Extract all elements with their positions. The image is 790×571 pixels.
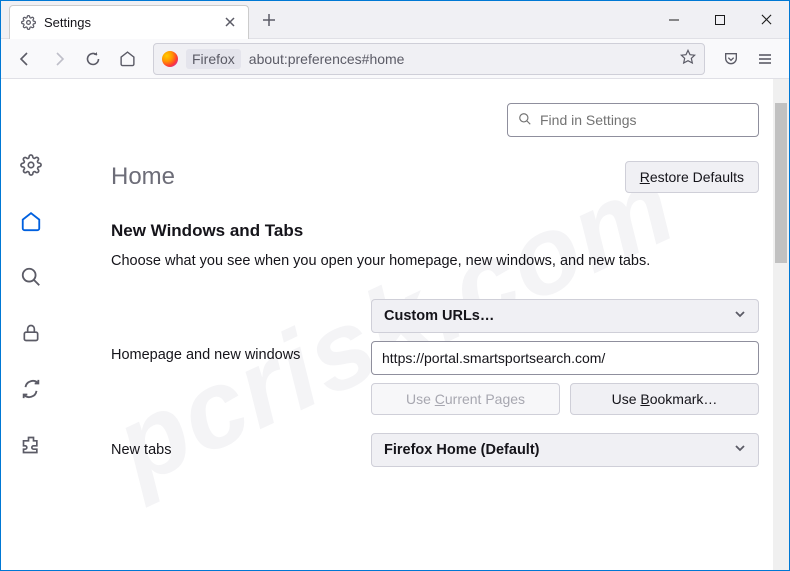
homepage-url-input[interactable]: [371, 341, 759, 375]
sidebar-home[interactable]: [13, 203, 49, 239]
titlebar: Settings: [1, 1, 789, 39]
content-area: pcrisk.com Find in Settings Home Restore…: [1, 79, 789, 570]
chevron-down-icon: [734, 308, 746, 324]
app-menu-button[interactable]: [749, 43, 781, 75]
newtabs-label: New tabs: [111, 442, 371, 458]
identity-label: Firefox: [186, 49, 241, 69]
tab-title: Settings: [44, 15, 214, 30]
sidebar-extensions[interactable]: [13, 427, 49, 463]
search-placeholder: Find in Settings: [540, 112, 637, 128]
reload-button[interactable]: [77, 43, 109, 75]
sidebar-sync[interactable]: [13, 371, 49, 407]
vertical-scrollbar[interactable]: [773, 79, 789, 570]
new-tab-button[interactable]: [255, 6, 283, 34]
use-current-pages-button[interactable]: Use Current Pages: [371, 383, 560, 415]
pocket-button[interactable]: [715, 43, 747, 75]
firefox-logo-icon: [162, 51, 178, 67]
gear-icon: [20, 14, 36, 30]
maximize-button[interactable]: [697, 1, 743, 39]
sidebar-privacy[interactable]: [13, 315, 49, 351]
homepage-mode-value: Custom URLs…: [384, 308, 494, 324]
url-bar[interactable]: Firefox about:preferences#home: [153, 43, 705, 75]
restore-defaults-button[interactable]: Restore Defaults: [625, 161, 759, 193]
section-description: Choose what you see when you open your h…: [111, 251, 759, 271]
page-title: Home: [111, 163, 175, 191]
chevron-down-icon: [734, 442, 746, 458]
section-title: New Windows and Tabs: [111, 221, 759, 241]
window-controls: [651, 1, 789, 39]
scrollbar-thumb[interactable]: [775, 103, 787, 263]
use-bookmark-button[interactable]: Use Bookmark…: [570, 383, 759, 415]
forward-button[interactable]: [43, 43, 75, 75]
bookmark-star-icon[interactable]: [680, 49, 696, 68]
sidebar-search[interactable]: [13, 259, 49, 295]
sidebar-general[interactable]: [13, 147, 49, 183]
nav-toolbar: Firefox about:preferences#home: [1, 39, 789, 79]
homepage-mode-select[interactable]: Custom URLs…: [371, 299, 759, 333]
url-text: about:preferences#home: [249, 51, 672, 67]
settings-search-input[interactable]: Find in Settings: [507, 103, 759, 137]
homepage-label: Homepage and new windows: [111, 299, 371, 363]
minimize-button[interactable]: [651, 1, 697, 39]
settings-sidebar: [1, 79, 61, 570]
browser-tab[interactable]: Settings: [9, 5, 249, 39]
search-icon: [518, 112, 532, 129]
close-tab-icon[interactable]: [222, 14, 238, 30]
settings-main: Find in Settings Home Restore Defaults N…: [61, 79, 789, 570]
back-button[interactable]: [9, 43, 41, 75]
home-button[interactable]: [111, 43, 143, 75]
newtabs-value: Firefox Home (Default): [384, 442, 540, 458]
newtabs-select[interactable]: Firefox Home (Default): [371, 433, 759, 467]
close-window-button[interactable]: [743, 1, 789, 39]
